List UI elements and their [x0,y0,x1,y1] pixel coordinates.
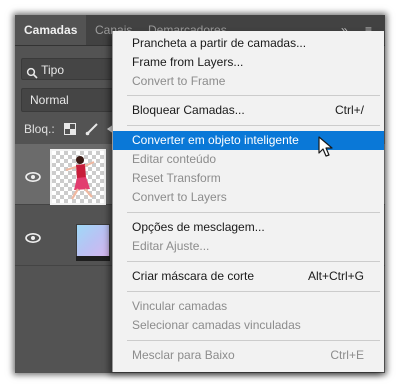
search-icon [26,64,38,79]
menu-separator [127,340,380,341]
menu-item-shortcut: Ctrl+E [330,348,364,362]
dancer-thumbnail[interactable] [50,149,106,205]
menu-item-vincular-camadas[interactable]: Vincular camadas [113,297,384,316]
menu-item-label: Editar conteúdo [132,152,217,166]
menu-item-label: Converter em objeto inteligente [132,133,299,147]
menu-item-label: Convert to Frame [132,74,226,88]
layer-filter-select[interactable]: Tipo [21,58,113,80]
eye-icon[interactable] [25,230,41,243]
menu-item-selecionar-vinculadas[interactable]: Selecionar camadas vinculadas [113,316,384,335]
menu-item-label: Criar máscara de corte [132,269,255,283]
menu-item-label: Vincular camadas [132,299,228,313]
menu-item-label: Prancheta a partir de camadas... [132,36,307,50]
menu-item-label: Opções de mesclagem... [132,220,265,234]
menu-item-label: Mesclar para Baixo [132,348,235,362]
blend-mode-select[interactable]: Normal [21,88,113,112]
eye-icon[interactable] [25,169,41,182]
mouse-pointer-icon [318,136,334,158]
lock-label: Bloq.: [24,122,55,136]
menu-item-label: Bloquear Camadas... [132,103,245,117]
menu-item-shortcut: Alt+Ctrl+G [307,269,364,283]
menu-item-shortcut: Ctrl+/ [334,103,364,117]
menu-item-editar-ajuste[interactable]: Editar Ajuste... [113,237,384,256]
brush-icon[interactable] [85,119,99,139]
filter-label: Tipo [41,63,65,77]
menu-item-prancheta[interactable]: Prancheta a partir de camadas... [113,34,384,53]
menu-item-criar-mascara-corte[interactable]: Criar máscara de corte Alt+Ctrl+G [113,267,384,286]
menu-item-label: Selecionar camadas vinculadas [132,318,301,332]
layers-context-menu: Prancheta a partir de camadas... Frame f… [112,31,384,372]
menu-separator [127,291,380,292]
menu-item-label: Convert to Layers [132,190,227,204]
menu-item-convert-to-frame[interactable]: Convert to Frame [113,72,384,91]
menu-item-mesclar-para-baixo[interactable]: Mesclar para Baixo Ctrl+E [113,346,384,365]
lock-transparent-icon[interactable] [64,119,76,139]
menu-item-frame-from-layers[interactable]: Frame from Layers... [113,53,384,72]
menu-item-label: Reset Transform [132,171,221,185]
menu-item-convert-to-layers[interactable]: Convert to Layers [113,188,384,207]
menu-item-reset-transform[interactable]: Reset Transform [113,169,384,188]
monitor-stand-shape [76,256,110,261]
menu-item-opcoes-mesclagem[interactable]: Opções de mesclagem... [113,218,384,237]
menu-separator [127,212,380,213]
menu-item-label: Frame from Layers... [132,55,244,69]
menu-item-converter-objeto-inteligente[interactable]: Converter em objeto inteligente [113,131,384,150]
menu-item-bloquear-camadas[interactable]: Bloquear Camadas... Ctrl+/ [113,101,384,120]
blend-mode-label: Normal [30,93,69,107]
menu-separator [127,95,380,96]
monitor-thumbnail[interactable] [76,224,110,258]
menu-separator [127,261,380,262]
tab-camadas[interactable]: Camadas [15,15,87,45]
menu-item-editar-conteudo[interactable]: Editar conteúdo [113,150,384,169]
menu-item-label: Editar Ajuste... [132,239,210,253]
menu-separator [127,125,380,126]
